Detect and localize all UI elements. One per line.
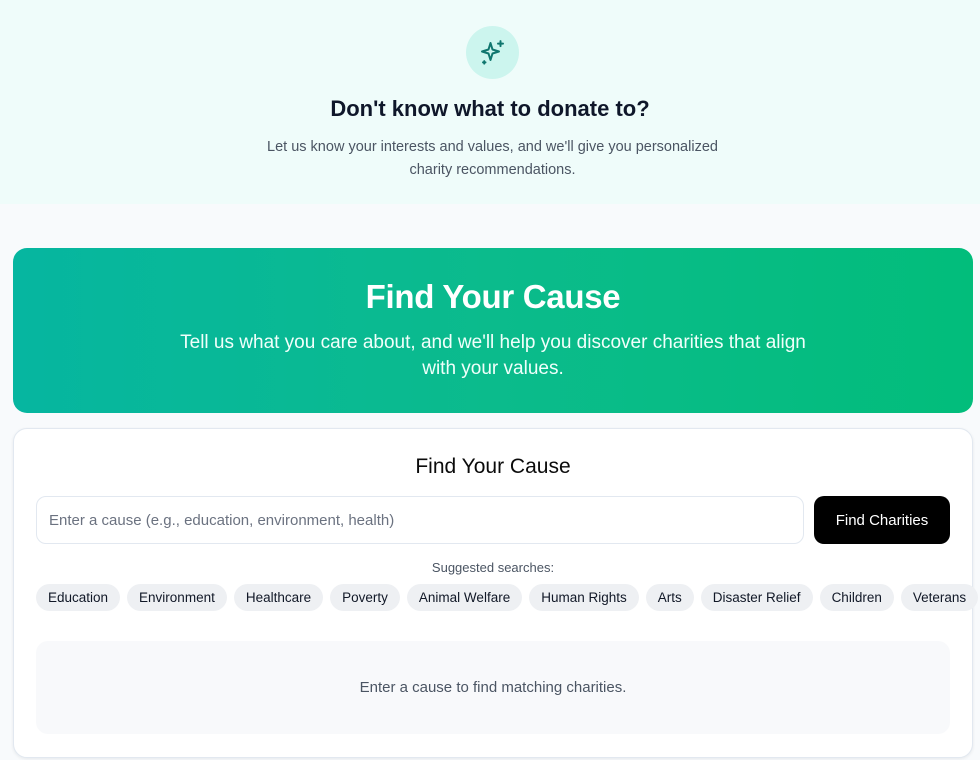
- find-charities-button[interactable]: Find Charities: [814, 496, 950, 544]
- suggestion-chip-poverty[interactable]: Poverty: [330, 584, 400, 611]
- suggestion-chip-children[interactable]: Children: [819, 584, 894, 611]
- suggested-searches-label: Suggested searches:: [431, 560, 555, 575]
- suggestion-chip-veterans[interactable]: Veterans: [900, 584, 979, 611]
- suggestion-chip-environment[interactable]: Environment: [127, 584, 227, 611]
- suggestion-chip-healthcare[interactable]: Healthcare: [233, 584, 324, 611]
- suggestion-chip-education[interactable]: Education: [36, 584, 121, 611]
- suggested-searches-list: Education Environment Healthcare Poverty…: [36, 584, 979, 611]
- suggestion-chip-disaster-relief[interactable]: Disaster Relief: [700, 584, 813, 611]
- banner-title: Don't know what to donate to?: [330, 96, 650, 121]
- intro-banner: Don't know what to donate to? Let us kno…: [0, 0, 980, 204]
- suggestion-chip-animal-welfare[interactable]: Animal Welfare: [406, 584, 523, 611]
- search-card-title: Find Your Cause: [415, 455, 571, 478]
- suggestion-chip-human-rights[interactable]: Human Rights: [529, 584, 639, 611]
- hero-section: Find Your Cause Tell us what you care ab…: [13, 248, 973, 413]
- banner-subtitle: Let us know your interests and values, a…: [267, 139, 718, 178]
- results-empty-state: Enter a cause to find matching charities…: [36, 641, 950, 734]
- suggestion-chip-arts[interactable]: Arts: [645, 584, 694, 611]
- empty-state-message: Enter a cause to find matching charities…: [359, 679, 627, 696]
- sparkles-icon: [466, 26, 519, 79]
- hero-subtitle: Tell us what you care about, and we'll h…: [180, 332, 806, 379]
- cause-search-input[interactable]: [36, 496, 804, 544]
- hero-title: Find Your Cause: [365, 278, 621, 315]
- search-card: Find Your Cause Find Charities Suggested…: [13, 428, 979, 758]
